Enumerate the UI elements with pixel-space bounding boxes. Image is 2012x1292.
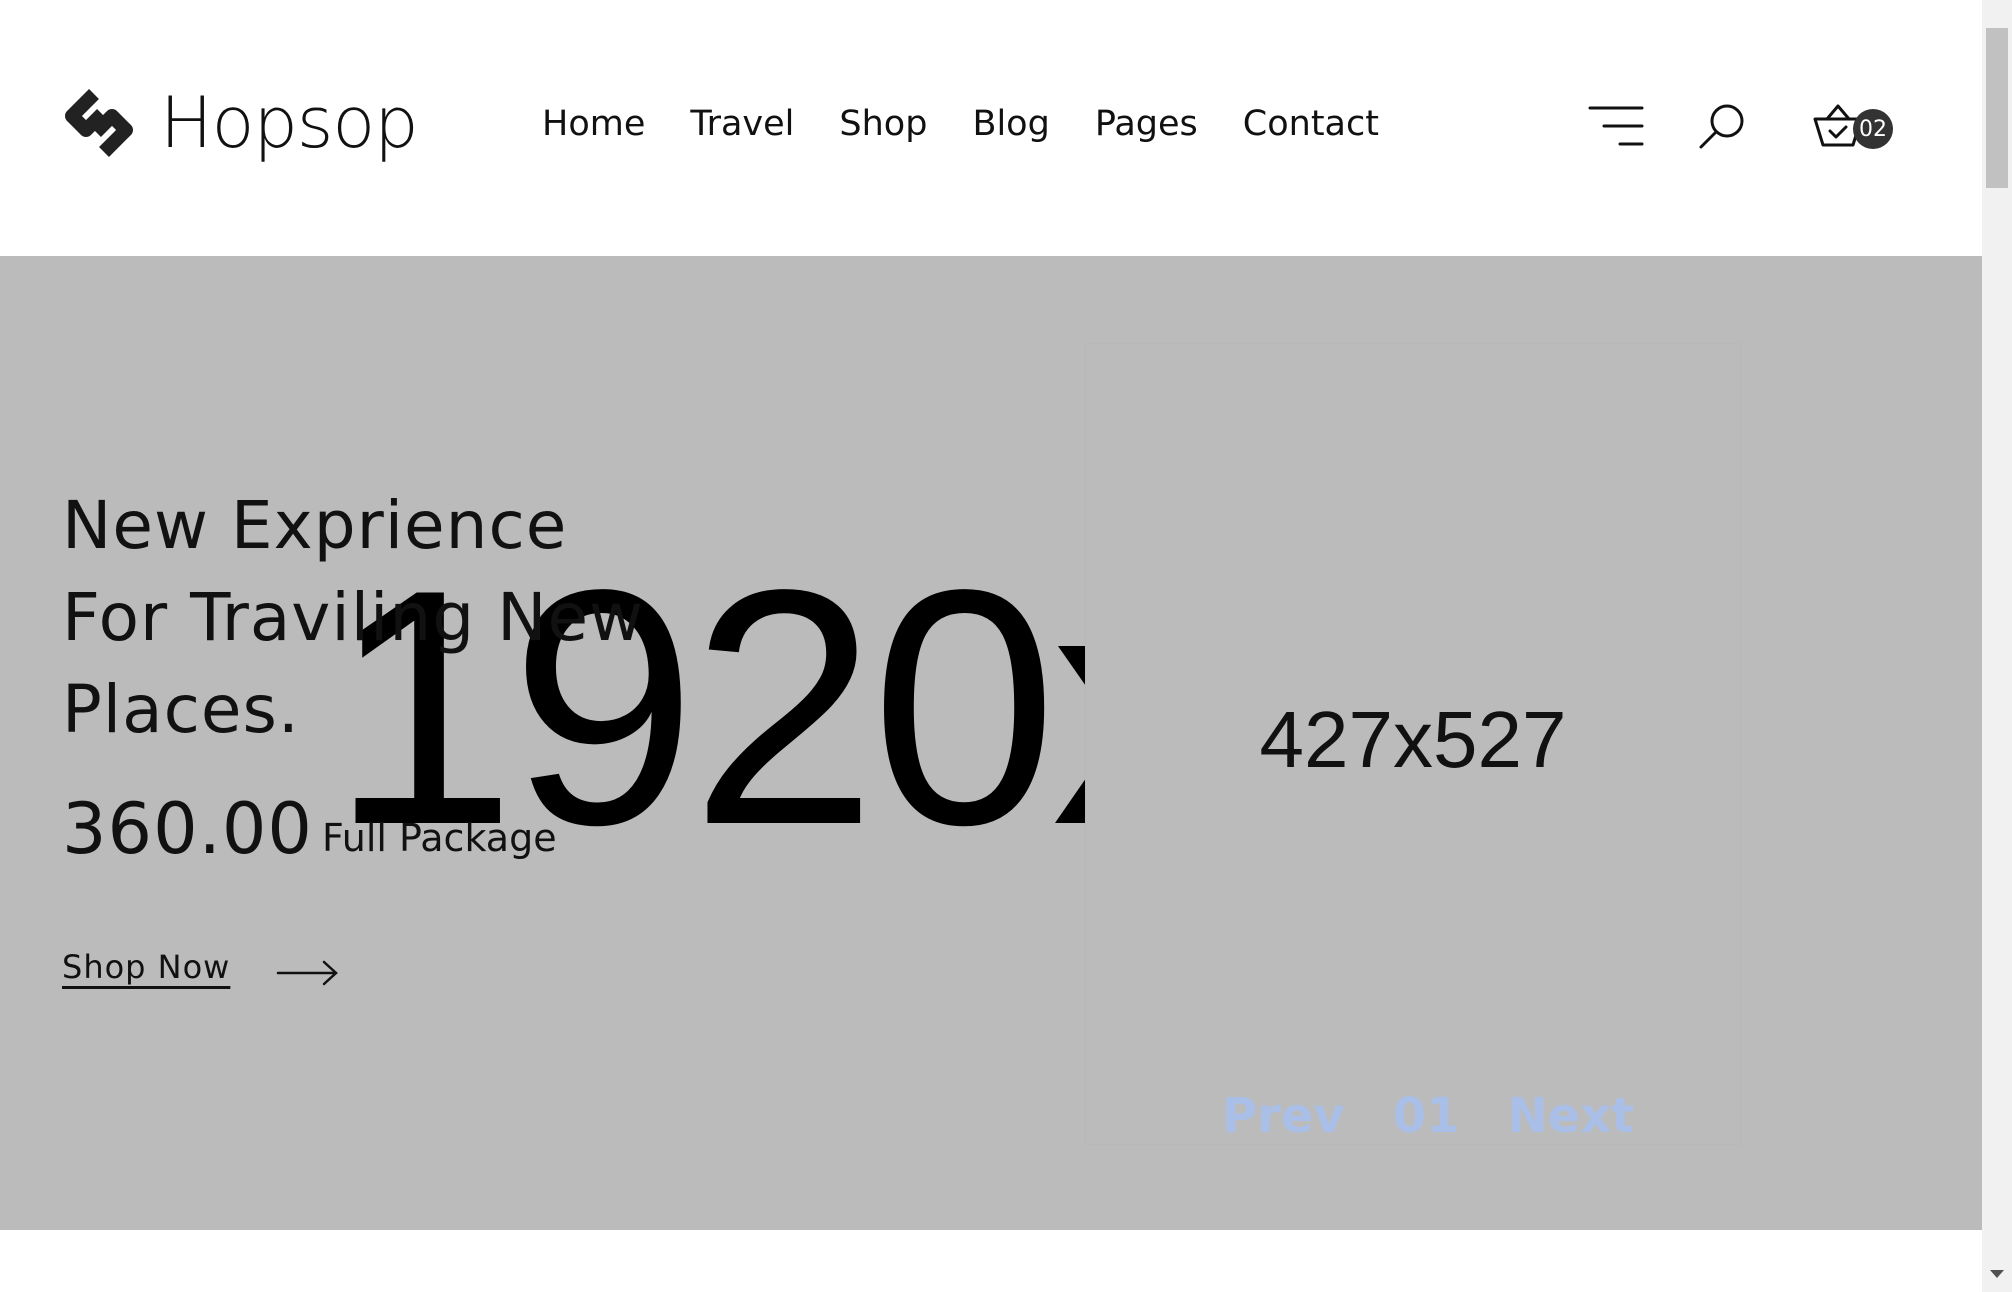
nav-contact[interactable]: Contact [1243, 104, 1379, 144]
price-label: Full Package [322, 816, 557, 860]
card-image-placeholder: 427x527 [1259, 695, 1567, 784]
logo-text: Hopsop [160, 82, 419, 164]
nav-blog[interactable]: Blog [972, 104, 1049, 144]
hero-title-line-3: Places. [62, 671, 300, 748]
slider-next-button[interactable]: Next [1508, 1088, 1635, 1144]
slider-counter: 01 [1392, 1088, 1460, 1144]
hero-title-line-1: New Exprience [62, 487, 568, 564]
search-icon[interactable] [1698, 102, 1746, 150]
logo[interactable]: Hopsop [58, 82, 419, 164]
hero-title-line-2: For Traviling New [62, 579, 645, 656]
slider-prev-button[interactable]: Prev [1222, 1088, 1345, 1144]
shop-now-link[interactable]: Shop Now [62, 948, 230, 986]
slider-controls: Prev 01 Next [1222, 1088, 1634, 1144]
arrow-right-icon[interactable] [276, 958, 340, 988]
nav-pages[interactable]: Pages [1095, 104, 1198, 144]
hero-image-card: 427x527 [1086, 344, 1740, 1144]
main-nav: Home Travel Shop Blog Pages Contact [542, 104, 1379, 144]
hero-price: 360.00 [62, 788, 313, 870]
hero-title: New Exprience For Traviling New Places. [62, 480, 742, 756]
cart-count-badge: 02 [1853, 109, 1893, 149]
nav-shop[interactable]: Shop [839, 104, 927, 144]
page-scrollbar[interactable] [1982, 0, 2012, 1292]
scroll-down-arrow-icon[interactable] [1990, 1270, 2004, 1278]
scrollbar-thumb[interactable] [1986, 28, 2008, 188]
site-header: Hopsop Home Travel Shop Blog Pages Conta… [0, 0, 1982, 256]
logo-mark-icon [65, 89, 133, 157]
menu-lines-icon[interactable] [1588, 104, 1644, 148]
nav-home[interactable]: Home [542, 104, 645, 144]
nav-travel[interactable]: Travel [690, 104, 794, 144]
